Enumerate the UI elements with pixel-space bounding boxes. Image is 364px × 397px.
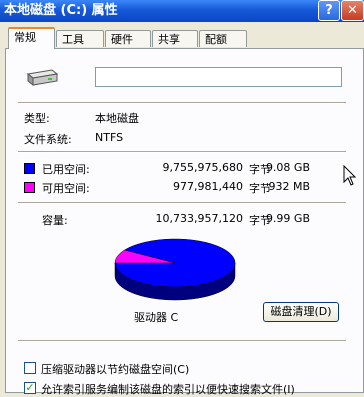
index-checkbox[interactable]: ✓	[24, 382, 36, 394]
index-label: 允许索引服务编制该磁盘的索引以便快速搜索文件(I)	[41, 383, 295, 396]
filesystem-label: 文件系统:	[24, 133, 72, 146]
drive-label: 驱动器 C	[134, 311, 179, 324]
type-value: 本地磁盘	[95, 112, 139, 125]
window-title: 本地磁盘 (C:) 属性	[4, 3, 118, 18]
close-button[interactable]: ✕	[341, 0, 364, 21]
used-space-label: 已用空间:	[42, 163, 90, 176]
capacity-label: 容量:	[42, 214, 68, 227]
tab-general[interactable]: 常规	[8, 27, 55, 49]
separator	[18, 151, 346, 153]
disk-cleanup-button[interactable]: 磁盘清理(D)	[263, 302, 339, 322]
mouse-cursor-icon	[343, 165, 357, 186]
free-space-size: 932 MB	[268, 180, 310, 193]
title-bar: 本地磁盘 (C:) 属性 ? ✕	[0, 0, 364, 22]
hard-drive-icon	[26, 69, 58, 87]
separator	[18, 340, 346, 342]
tab-quota[interactable]: 配额	[199, 30, 247, 47]
compress-label: 压缩驱动器以节约磁盘空间(C)	[41, 363, 190, 376]
separator	[18, 102, 346, 104]
tab-hardware[interactable]: 硬件	[105, 30, 151, 47]
compress-checkbox[interactable]	[24, 362, 36, 374]
capacity-bytes: 10,733,957,120	[155, 212, 243, 225]
tab-sharing[interactable]: 共享	[152, 30, 198, 47]
free-space-bytes: 977,981,440	[173, 180, 243, 193]
type-label: 类型:	[24, 112, 50, 125]
capacity-size: 9.99 GB	[265, 212, 310, 225]
used-space-swatch	[24, 163, 35, 174]
used-space-size: 9.08 GB	[265, 161, 310, 174]
filesystem-value: NTFS	[95, 131, 124, 144]
help-button[interactable]: ?	[318, 0, 340, 21]
free-space-swatch	[24, 182, 35, 193]
free-space-label: 可用空间:	[42, 182, 90, 195]
used-space-bytes: 9,755,975,680	[162, 161, 243, 174]
tab-tools[interactable]: 工具	[56, 30, 104, 47]
separator	[18, 202, 346, 204]
volume-name-input[interactable]	[95, 67, 342, 87]
disk-usage-pie	[114, 238, 236, 301]
